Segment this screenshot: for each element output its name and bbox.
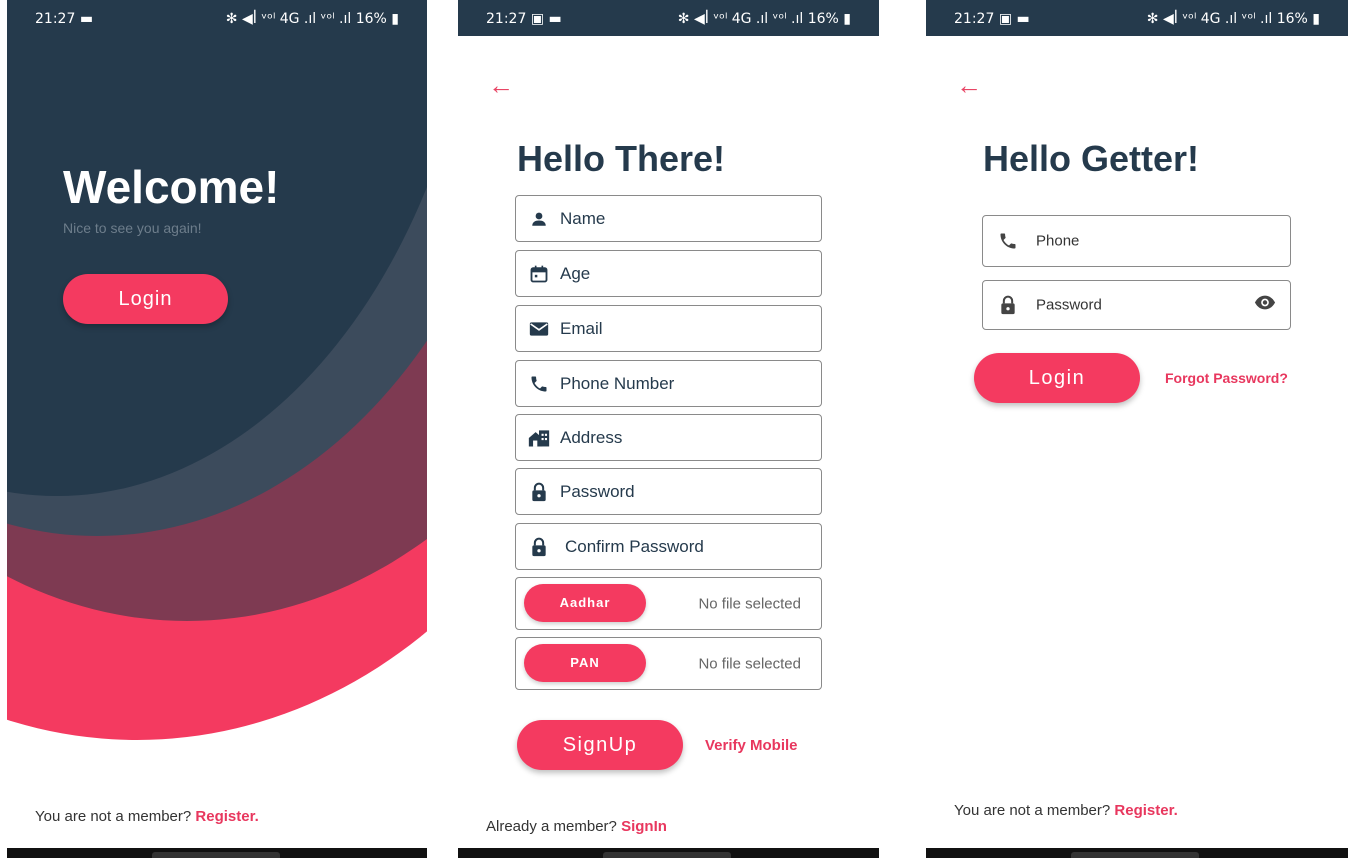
verify-mobile-link[interactable]: Verify Mobile — [705, 737, 798, 754]
lock-icon — [997, 294, 1019, 316]
status-right: ✻ ◀ꟾ ᵛᵒˡ 4G .ıl ᵛᵒˡ .ıl 16% ▮ — [1147, 11, 1320, 27]
address-field[interactable]: Address — [515, 414, 822, 461]
signup-button[interactable]: SignUp — [517, 720, 683, 770]
login-screen: 21:27 ▣ ▬ ✻ ◀ꟾ ᵛᵒˡ 4G .ıl ᵛᵒˡ .ıl 16% ▮ … — [926, 0, 1348, 858]
home-handle[interactable] — [603, 852, 731, 858]
message-icon: ▬ — [79, 11, 94, 27]
battery-level: 16% — [1276, 11, 1308, 27]
password-placeholder: Password — [560, 481, 635, 501]
signin-prefix: Already a member? — [486, 818, 617, 835]
register-prompt: You are not a member? Register. — [954, 802, 1178, 819]
status-time: 21:27 ▣ ▬ — [486, 11, 562, 27]
pan-upload: PAN No file selected — [515, 637, 822, 690]
age-field[interactable]: Age — [515, 250, 822, 297]
signin-link[interactable]: SignIn — [621, 818, 667, 835]
nav-bar — [926, 848, 1348, 858]
gallery-icon: ▣ — [530, 11, 545, 27]
calendar-icon — [528, 263, 550, 285]
password-placeholder: Password — [1036, 296, 1102, 314]
register-prefix: You are not a member? — [35, 808, 192, 825]
phone-placeholder: Phone Number — [560, 373, 675, 393]
login-button[interactable]: Login — [63, 274, 228, 324]
nav-bar — [458, 848, 879, 858]
phone-field[interactable]: Phone — [982, 215, 1291, 267]
status-time-text: 21:27 — [486, 11, 527, 27]
status-bar: 21:27 ▣ ▬ ✻ ◀ꟾ ᵛᵒˡ 4G .ıl ᵛᵒˡ .ıl 16% ▮ — [458, 0, 879, 36]
mail-icon — [528, 318, 550, 340]
age-placeholder: Age — [560, 263, 591, 283]
signup-button-label: SignUp — [562, 734, 638, 756]
battery-icon: ▮ — [843, 11, 851, 27]
person-icon — [528, 208, 550, 230]
message-icon: ▬ — [548, 11, 562, 27]
email-placeholder: Email — [560, 318, 603, 338]
password-field[interactable]: Password — [982, 280, 1291, 330]
status-time-text: 21:27 — [35, 11, 76, 27]
register-prefix: You are not a member? — [954, 802, 1111, 819]
status-right: ✻ ◀ꟾ ᵛᵒˡ 4G .ıl ᵛᵒˡ .ıl 16% ▮ — [678, 11, 851, 27]
welcome-title: Welcome! — [63, 161, 280, 213]
status-time: 21:27 ▬ — [35, 11, 93, 27]
lock-icon — [528, 481, 550, 503]
name-placeholder: Name — [560, 208, 606, 228]
login-button-label: Login — [1028, 367, 1086, 389]
back-arrow-icon[interactable]: ← — [488, 70, 514, 101]
phone-placeholder: Phone — [1036, 232, 1080, 250]
phone-icon — [997, 230, 1019, 252]
aadhar-status: No file selected — [698, 595, 801, 612]
aadhar-upload: Aadhar No file selected — [515, 577, 822, 630]
email-field[interactable]: Email — [515, 305, 822, 352]
back-arrow-icon[interactable]: ← — [956, 70, 982, 101]
register-prompt: You are not a member? Register. — [35, 808, 259, 825]
battery-level: 16% — [807, 11, 839, 27]
welcome-background — [7, 36, 427, 776]
aadhar-button[interactable]: Aadhar — [524, 584, 646, 622]
login-button[interactable]: Login — [974, 353, 1140, 403]
home-icon — [528, 427, 550, 449]
page-title: Hello Getter! — [983, 138, 1200, 179]
home-handle[interactable] — [1071, 852, 1199, 858]
eye-icon[interactable] — [1254, 295, 1276, 316]
status-icons: ✻ ◀ꟾ ᵛᵒˡ 4G .ıl ᵛᵒˡ .ıl — [1146, 11, 1273, 27]
status-time-text: 21:27 — [954, 11, 995, 27]
confirm-password-placeholder: Confirm Password — [565, 536, 704, 556]
phone-field[interactable]: Phone Number — [515, 360, 822, 407]
password-field[interactable]: Password — [515, 468, 822, 515]
gallery-icon: ▣ — [998, 11, 1013, 27]
signin-prompt: Already a member? SignIn — [486, 818, 667, 835]
address-placeholder: Address — [560, 427, 623, 447]
welcome-subtitle: Nice to see you again! — [63, 220, 202, 236]
status-icons: ✻ ◀ꟾ ᵛᵒˡ 4G .ıl ᵛᵒˡ .ıl — [677, 11, 804, 27]
lock-icon — [528, 536, 550, 558]
status-bar: 21:27 ▬ ✻ ◀ꟾ ᵛᵒˡ 4G .ıl ᵛᵒˡ .ıl 16% ▮ — [7, 0, 427, 36]
status-bar: 21:27 ▣ ▬ ✻ ◀ꟾ ᵛᵒˡ 4G .ıl ᵛᵒˡ .ıl 16% ▮ — [926, 0, 1348, 36]
status-right: ✻ ◀ꟾ ᵛᵒˡ 4G .ıl ᵛᵒˡ .ıl 16% ▮ — [226, 11, 399, 27]
name-field[interactable]: Name — [515, 195, 822, 242]
page-title: Hello There! — [517, 138, 726, 179]
home-handle[interactable] — [152, 852, 280, 858]
battery-icon: ▮ — [391, 11, 399, 27]
pan-status: No file selected — [698, 655, 801, 672]
forgot-password-link[interactable]: Forgot Password? — [1165, 370, 1288, 386]
login-button-label: Login — [118, 288, 173, 310]
status-icons: ✻ ◀ꟾ ᵛᵒˡ 4G .ıl ᵛᵒˡ .ıl — [225, 11, 352, 27]
message-icon: ▬ — [1016, 11, 1030, 27]
battery-level: 16% — [355, 11, 387, 27]
confirm-password-field[interactable]: Confirm Password — [515, 523, 822, 570]
register-link[interactable]: Register. — [1114, 802, 1177, 819]
battery-icon: ▮ — [1312, 11, 1320, 27]
phone-icon — [528, 373, 550, 395]
welcome-screen: 21:27 ▬ ✻ ◀ꟾ ᵛᵒˡ 4G .ıl ᵛᵒˡ .ıl 16% ▮ We… — [7, 0, 427, 858]
status-time: 21:27 ▣ ▬ — [954, 11, 1030, 27]
register-link[interactable]: Register. — [195, 808, 258, 825]
nav-bar — [7, 848, 427, 858]
pan-button[interactable]: PAN — [524, 644, 646, 682]
signup-screen: 21:27 ▣ ▬ ✻ ◀ꟾ ᵛᵒˡ 4G .ıl ᵛᵒˡ .ıl 16% ▮ … — [458, 0, 879, 858]
